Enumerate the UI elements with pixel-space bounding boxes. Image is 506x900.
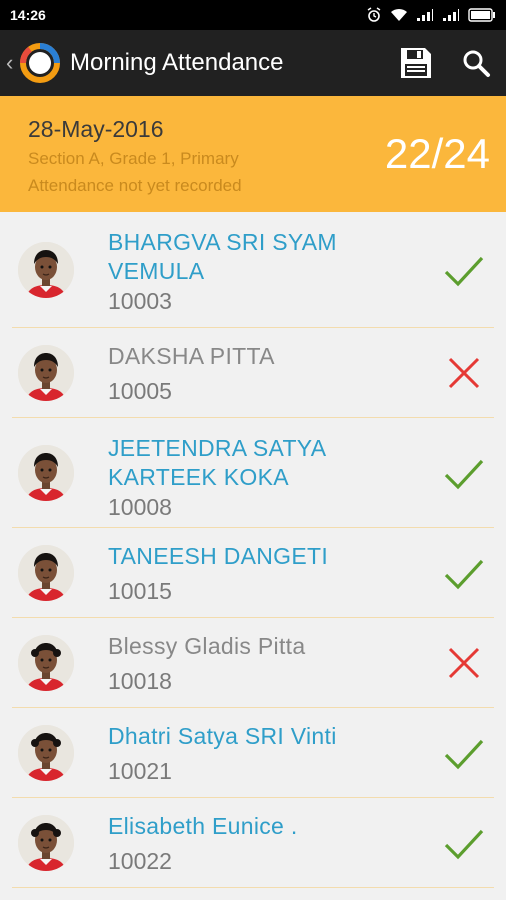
student-photo-icon [18,242,74,298]
present-check-icon[interactable] [442,821,486,865]
student-row[interactable]: Elisabeth Eunice . 10022 [12,798,494,888]
student-name-line1: DAKSHA PITTA [108,343,275,369]
student-name-line2: KARTEEK KOKA [108,464,289,490]
student-photo-icon [18,635,74,691]
student-row[interactable]: TANEESH DANGETI 10015 [12,528,494,618]
student-avatar [18,725,74,781]
student-roll-number: 10003 [108,288,172,314]
app-logo-icon[interactable] [18,41,62,85]
save-button[interactable] [386,30,446,96]
save-icon [401,48,431,78]
class-section: Section A, Grade 1, Primary [28,149,239,168]
student-name: BHARGVA SRI SYAM VEMULA [108,228,337,286]
app-bar: ‹ Morning Attendance [0,30,506,96]
present-check-icon[interactable] [442,451,486,495]
student-row[interactable]: BHARGVA SRI SYAM VEMULA 10003 [12,212,494,328]
student-roll-number: 10005 [108,378,172,404]
student-avatar [18,815,74,871]
student-avatar [18,635,74,691]
student-name: TANEESH DANGETI [108,542,328,571]
absent-cross-icon[interactable] [442,641,486,685]
present-count: 22/24 [384,130,490,177]
present-check-icon[interactable] [442,551,486,595]
student-row[interactable]: Dhatri Satya SRI Vinti 10021 [12,708,494,798]
student-row[interactable]: JEETENDRA SATYA KARTEEK KOKA 10008 [12,418,494,528]
signal-icon [417,9,433,21]
student-name-line1: Elisabeth Eunice . [108,813,298,839]
student-name-line1: TANEESH DANGETI [108,543,329,569]
student-photo-icon [18,725,74,781]
search-icon [463,50,490,77]
student-roll-number: 10018 [108,668,172,694]
student-name-line1: JEETENDRA SATYA [108,435,327,461]
student-roll-number: 10015 [108,578,172,604]
student-photo-icon [18,815,74,871]
student-list: BHARGVA SRI SYAM VEMULA 10003 DAKSHA PITTA… [0,212,506,888]
student-name: Elisabeth Eunice . [108,812,298,841]
absent-cross-icon[interactable] [442,351,486,395]
student-name-line1: BHARGVA SRI SYAM [108,229,337,255]
student-name: Blessy Gladis Pitta [108,632,305,661]
system-icons [366,7,496,23]
attendance-date: 28-May-2016 [28,116,164,142]
student-avatar [18,345,74,401]
alarm-icon [367,7,381,22]
student-roll-number: 10008 [108,494,172,520]
student-avatar [18,242,74,298]
student-name: JEETENDRA SATYA KARTEEK KOKA [108,434,326,492]
attendance-status: Attendance not yet recorded [28,176,242,195]
student-avatar [18,445,74,501]
student-row[interactable]: DAKSHA PITTA 10005 [12,328,494,418]
page-title: Morning Attendance [70,49,284,76]
back-chevron-icon[interactable]: ‹ [6,50,18,76]
student-photo-icon [18,545,74,601]
student-roll-number: 10021 [108,758,172,784]
wifi-icon [391,8,407,21]
student-name: DAKSHA PITTA [108,342,275,371]
student-photo-icon [18,345,74,401]
signal-icon-2 [443,9,459,21]
student-name-line1: Dhatri Satya SRI Vinti [108,723,337,749]
student-roll-number: 10022 [108,848,172,874]
search-button[interactable] [446,30,506,96]
student-avatar [18,545,74,601]
student-row[interactable]: Blessy Gladis Pitta 10018 [12,618,494,708]
student-name-line2: VEMULA [108,258,205,284]
status-time: 14:26 [10,7,46,23]
student-name-line1: Blessy Gladis Pitta [108,633,306,659]
present-check-icon[interactable] [442,731,486,775]
student-photo-icon [18,445,74,501]
student-name: Dhatri Satya SRI Vinti [108,722,337,751]
status-bar: 14:26 [0,0,506,30]
battery-icon [468,8,495,22]
attendance-summary-banner: 28-May-2016 Section A, Grade 1, Primary … [0,96,506,212]
present-check-icon[interactable] [442,248,486,292]
